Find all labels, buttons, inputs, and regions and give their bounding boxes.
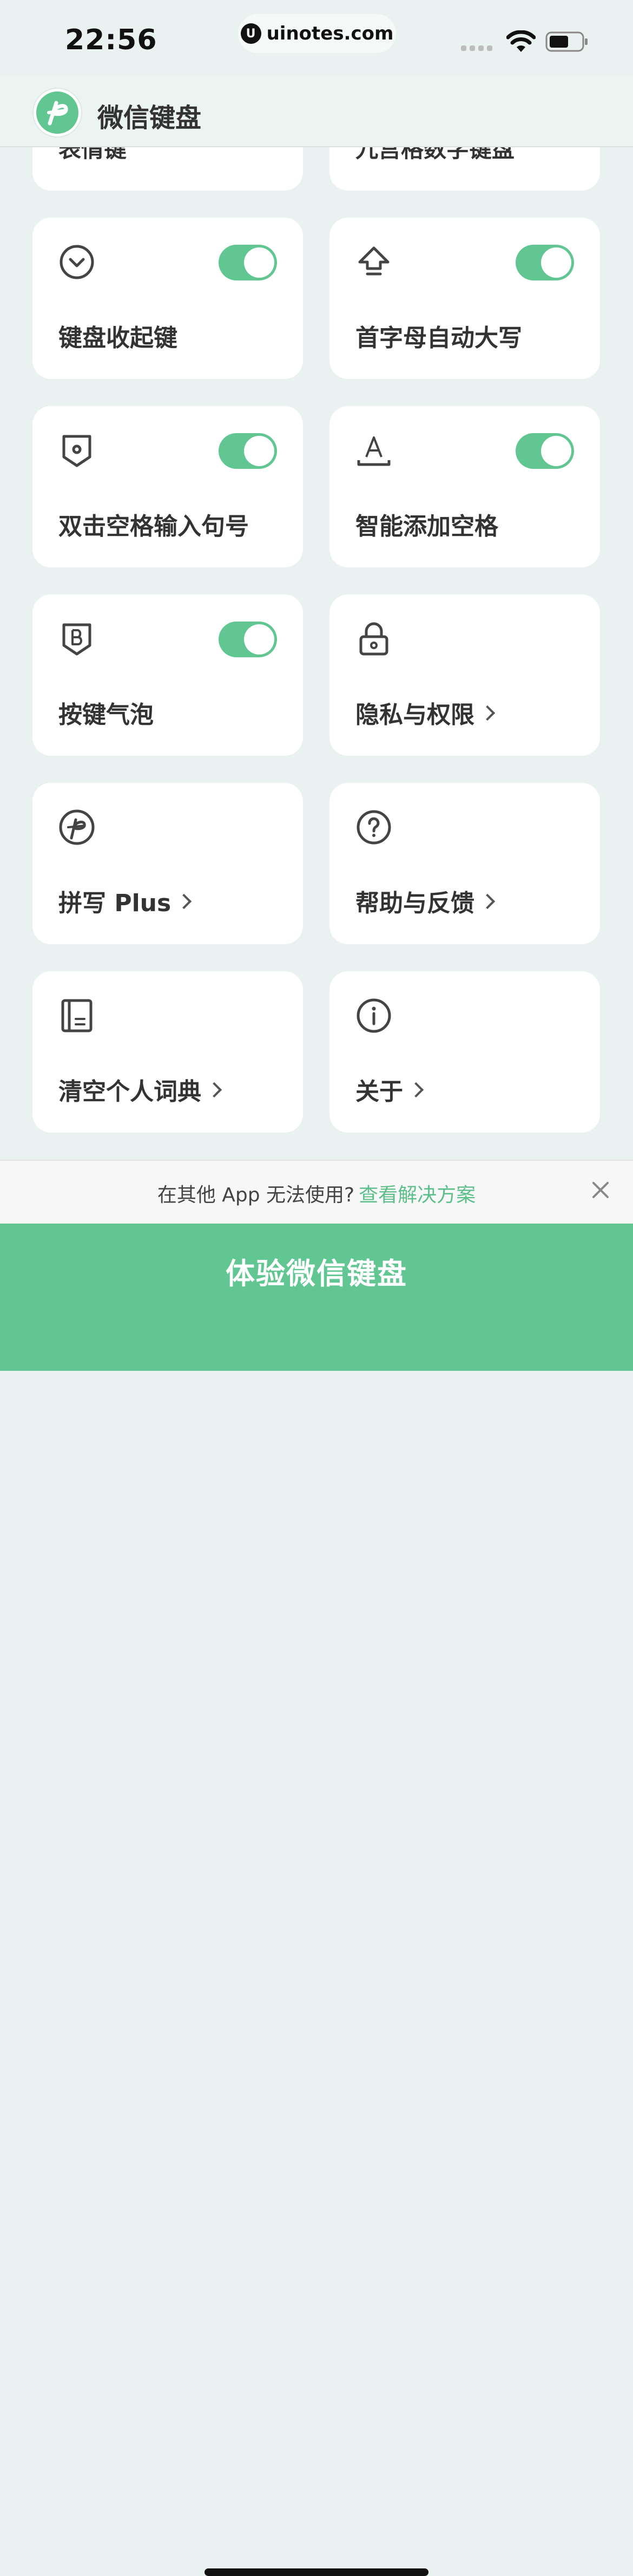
setting-label: 关于 [355, 1072, 424, 1107]
setting-card-emoji-key[interactable]: 表情键 [32, 147, 303, 191]
key-popup-toggle[interactable] [219, 622, 277, 657]
chevron-right-icon [206, 1082, 222, 1098]
status-time: 22:56 [65, 24, 157, 56]
battery-icon [545, 31, 588, 52]
setting-label: 键盘收起键 [58, 324, 177, 352]
notice-text: 在其他 App 无法使用? [157, 1184, 355, 1206]
notice-message: 在其他 App 无法使用? 查看解决方案 [0, 1179, 633, 1207]
info-circle-icon [357, 998, 391, 1033]
setting-label: 双击空格输入句号 [58, 513, 249, 540]
setting-label: 帮助与反馈 [355, 884, 496, 918]
shift-arrow-icon [358, 246, 390, 276]
setting-label: 拼写 Plus [58, 884, 192, 918]
setting-label: 清空个人词典 [58, 1072, 222, 1107]
lock-icon [359, 622, 388, 656]
setting-card-privacy[interactable]: 隐私与权限 [329, 594, 600, 756]
home-indicator[interactable] [205, 2568, 428, 2576]
badge-dot-icon [62, 435, 91, 467]
chevron-right-icon [479, 893, 496, 910]
settings-grid: 表情键 九宫格数字键盘 键盘收起键 首字母自动大写 双击空格输入句号 智能添加空… [0, 147, 633, 1160]
site-logo-icon: U [240, 23, 261, 44]
setting-card-collapse-key[interactable]: 键盘收起键 [32, 218, 303, 379]
cellular-signal-icon [461, 45, 492, 51]
question-circle-icon [357, 810, 391, 845]
auto-capitalize-toggle[interactable] [516, 245, 574, 280]
setting-label: 隐私与权限 [355, 695, 496, 730]
collapse-key-toggle[interactable] [219, 245, 277, 280]
try-keyboard-button[interactable]: 体验微信键盘 [0, 1224, 633, 2576]
setting-label: 九宫格数字键盘 [355, 147, 515, 162]
pinyin-p-circle-icon [59, 809, 95, 845]
setting-card-auto-capitalize[interactable]: 首字母自动大写 [329, 218, 600, 379]
notice-bar: 在其他 App 无法使用? 查看解决方案 [0, 1160, 633, 1224]
page-title: 微信键盘 [97, 103, 202, 133]
badge-b-icon [62, 623, 91, 656]
setting-card-help-feedback[interactable]: 帮助与反馈 [329, 783, 600, 944]
pinyin-p-logo-icon [47, 101, 68, 126]
app-header: 微信键盘 [0, 76, 633, 147]
setting-card-spelling-plus[interactable]: 拼写 Plus [32, 783, 303, 944]
try-keyboard-label: 体验微信键盘 [226, 1257, 407, 1291]
dictionary-icon [61, 999, 93, 1032]
setting-card-double-space-period[interactable]: 双击空格输入句号 [32, 406, 303, 567]
setting-card-nine-grid-numpad[interactable]: 九宫格数字键盘 [329, 147, 600, 191]
setting-card-about[interactable]: 关于 [329, 971, 600, 1133]
url-text: uinotes.com [266, 23, 394, 44]
chevron-right-icon [176, 893, 192, 910]
app-logo [34, 89, 81, 136]
double-space-period-toggle[interactable] [219, 433, 277, 469]
setting-card-smart-spacing[interactable]: 智能添加空格 [329, 406, 600, 567]
smart-spacing-toggle[interactable] [516, 433, 574, 469]
setting-label: 表情键 [58, 147, 127, 162]
setting-label: 按键气泡 [58, 701, 154, 729]
solution-link[interactable]: 查看解决方案 [359, 1184, 476, 1206]
chevron-circle-down-icon [60, 245, 94, 279]
setting-card-clear-dictionary[interactable]: 清空个人词典 [32, 971, 303, 1133]
letter-a-underline-icon [357, 436, 391, 466]
setting-label: 智能添加空格 [355, 513, 498, 540]
setting-card-key-popup[interactable]: 按键气泡 [32, 594, 303, 756]
url-pill[interactable]: U uinotes.com [238, 14, 396, 53]
close-icon[interactable] [591, 1180, 610, 1200]
chevron-right-icon [408, 1082, 424, 1098]
status-bar: 22:56 U uinotes.com [0, 0, 633, 76]
chevron-right-icon [479, 705, 496, 721]
wifi-icon [506, 30, 536, 52]
setting-label: 首字母自动大写 [355, 324, 522, 352]
